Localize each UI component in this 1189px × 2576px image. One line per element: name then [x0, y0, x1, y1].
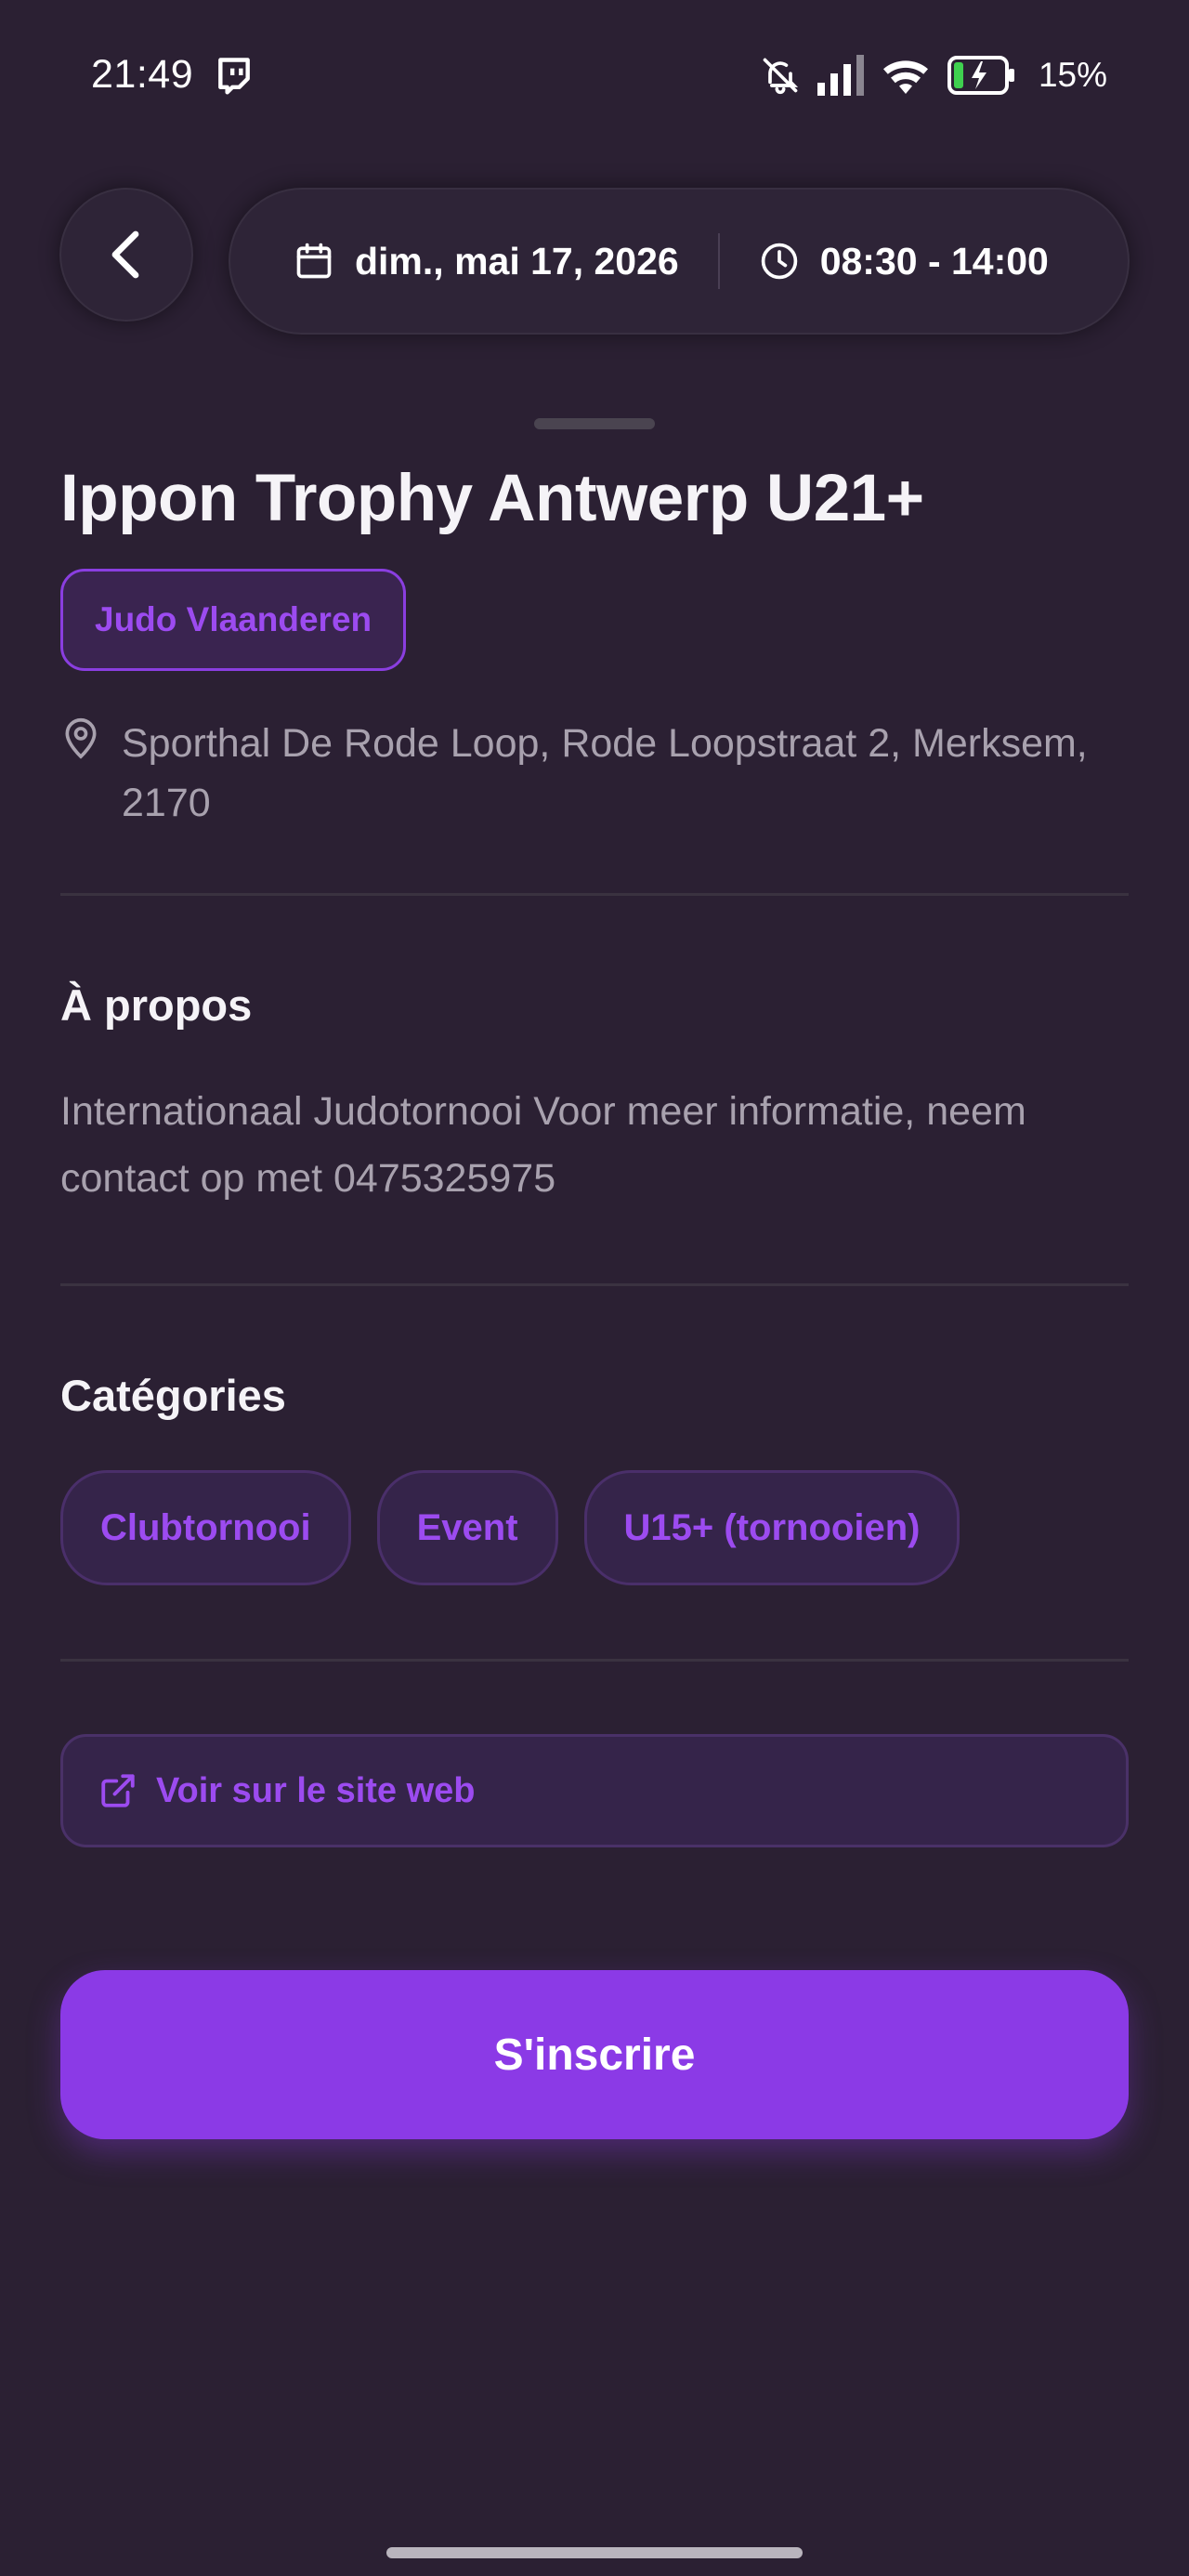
register-button[interactable]: S'inscrire	[60, 1970, 1129, 2139]
status-time: 21:49	[91, 52, 194, 97]
clock-icon	[761, 243, 797, 280]
about-heading: À propos	[60, 980, 253, 1030]
category-chip[interactable]: Event	[376, 1470, 558, 1585]
twitch-icon	[218, 58, 250, 95]
category-chips: Clubtornooi Event U15+ (tornooien)	[60, 1470, 960, 1585]
signal-icon	[817, 55, 864, 96]
website-button-label: Voir sur le site web	[156, 1770, 476, 1810]
category-chip[interactable]: U15+ (tornooien)	[583, 1470, 960, 1585]
home-indicator[interactable]	[386, 2547, 803, 2558]
categories-heading: Catégories	[60, 1371, 286, 1420]
status-icons: 15%	[760, 50, 1107, 100]
divider	[60, 1659, 1129, 1662]
datetime-pill: dim., mai 17, 2026 08:30 - 14:00	[229, 188, 1130, 335]
category-chip[interactable]: Clubtornooi	[60, 1470, 351, 1585]
event-time-range: 08:30 - 14:00	[819, 239, 1049, 283]
event-date: dim., mai 17, 2026	[355, 239, 679, 283]
organizer-badge[interactable]: Judo Vlaanderen	[60, 569, 407, 671]
map-pin-icon	[65, 717, 97, 759]
pill-divider	[717, 233, 720, 289]
event-title: Ippon Trophy Antwerp U21+	[60, 462, 924, 535]
event-location: Sporthal De Rode Loop, Rode Loopstraat 2…	[60, 714, 1138, 833]
status-bar: 21:49 15%	[0, 0, 1189, 149]
website-button[interactable]: Voir sur le site web	[60, 1734, 1129, 1847]
time-display: 08:30 - 14:00	[759, 240, 1049, 283]
divider	[60, 1283, 1129, 1286]
chevron-left-icon	[111, 230, 139, 279]
calendar-icon	[296, 243, 332, 279]
bell-off-icon	[763, 58, 799, 95]
about-text: Internationaal Judotornooi Voor meer inf…	[60, 1089, 1026, 1201]
battery-percent: 15%	[1038, 56, 1107, 94]
back-button[interactable]	[59, 188, 193, 322]
date-display: dim., mai 17, 2026	[294, 240, 679, 283]
wifi-icon	[882, 60, 928, 94]
event-detail-screen: 21:49 15% dim., mai 17, 2026 08:30 - 14:…	[0, 0, 1189, 2576]
external-link-icon	[101, 1774, 135, 1807]
sheet-drag-handle[interactable]	[534, 418, 655, 429]
battery-charging-icon	[947, 56, 1014, 95]
location-text: Sporthal De Rode Loop, Rode Loopstraat 2…	[122, 721, 1088, 825]
divider	[60, 893, 1129, 896]
